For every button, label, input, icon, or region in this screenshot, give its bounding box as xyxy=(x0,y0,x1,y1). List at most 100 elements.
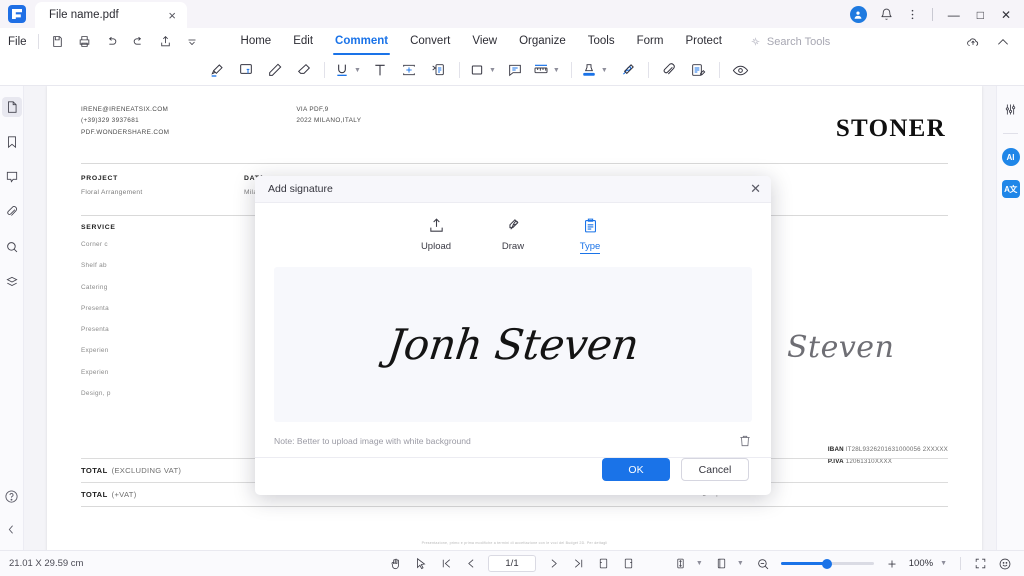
contact-website: PDF.WONDERSHARE.COM xyxy=(81,127,169,138)
pencil-icon[interactable] xyxy=(260,58,289,83)
zoom-dropdown-icon[interactable]: ▼ xyxy=(939,560,952,567)
sidebar-item-layers[interactable] xyxy=(2,272,22,292)
zoom-in-icon[interactable] xyxy=(881,554,903,573)
properties-icon[interactable] xyxy=(1001,99,1021,119)
divider xyxy=(81,163,948,164)
translate-icon[interactable]: A文 xyxy=(1002,180,1020,198)
ribbon-tab-organize[interactable]: Organize xyxy=(508,31,577,52)
collapse-sidebar-icon[interactable] xyxy=(2,519,22,539)
sidebar-item-attachment[interactable] xyxy=(2,202,22,222)
measure-dropdown-icon[interactable]: ▼ xyxy=(552,67,565,74)
ribbon-tab-home[interactable]: Home xyxy=(230,31,283,52)
highlight-icon[interactable] xyxy=(202,58,231,83)
sidebar-item-page-thumbnail[interactable] xyxy=(2,97,22,117)
quick-access-dropdown-icon[interactable] xyxy=(180,31,205,53)
more-options-icon[interactable] xyxy=(906,8,919,21)
tab-type[interactable]: Type xyxy=(568,216,612,254)
trash-icon[interactable] xyxy=(738,434,752,448)
ok-button[interactable]: OK xyxy=(602,458,670,481)
shape-icon[interactable] xyxy=(466,58,488,83)
comment-icon[interactable] xyxy=(501,58,530,83)
collapse-ribbon-icon[interactable] xyxy=(996,35,1010,49)
page-layout-icon[interactable] xyxy=(711,554,733,573)
search-tools[interactable]: Search Tools xyxy=(749,35,830,48)
first-page-icon[interactable] xyxy=(435,554,457,573)
contact-phone: (+39)329 3937681 xyxy=(81,115,169,126)
signature-mode-tabs: Upload Draw Type xyxy=(255,203,771,254)
status-bar: 21.01 X 29.59 cm 1/1 xyxy=(0,550,1024,576)
signature-canvas[interactable]: Jonh Steven xyxy=(274,267,752,422)
attachment-icon[interactable] xyxy=(655,58,684,83)
sidebar-item-comment[interactable] xyxy=(2,167,22,187)
ribbon-tab-tools[interactable]: Tools xyxy=(577,31,626,52)
eye-icon[interactable] xyxy=(726,58,755,83)
single-page-view-icon[interactable] xyxy=(592,554,614,573)
select-tool-icon[interactable] xyxy=(410,554,432,573)
tab-draw[interactable]: Draw xyxy=(491,216,535,254)
last-page-icon[interactable] xyxy=(567,554,589,573)
previous-page-icon[interactable] xyxy=(460,554,482,573)
undo-icon[interactable] xyxy=(99,31,124,53)
document-tab[interactable]: File name.pdf × xyxy=(35,2,187,28)
sidebar-item-search[interactable] xyxy=(2,237,22,257)
type-icon xyxy=(582,216,599,235)
tab-upload[interactable]: Upload xyxy=(414,216,458,254)
callout-icon[interactable] xyxy=(424,58,453,83)
eraser-icon[interactable] xyxy=(289,58,318,83)
search-tools-label: Search Tools xyxy=(767,36,830,48)
hand-tool-icon[interactable] xyxy=(385,554,407,573)
underline-icon[interactable] xyxy=(331,58,353,83)
file-menu-button[interactable]: File xyxy=(0,36,38,48)
sidebar-item-bookmark[interactable] xyxy=(2,132,22,152)
ai-icon[interactable]: AI xyxy=(1002,148,1020,166)
address-line-1: VIA PDF,9 xyxy=(296,104,361,115)
zoom-out-icon[interactable] xyxy=(752,554,774,573)
avatar[interactable] xyxy=(850,6,867,23)
stamp-icon[interactable] xyxy=(578,58,600,83)
cancel-button[interactable]: Cancel xyxy=(681,458,749,481)
zoom-slider[interactable] xyxy=(781,562,874,565)
share-icon[interactable] xyxy=(153,31,178,53)
next-page-icon[interactable] xyxy=(542,554,564,573)
dialog-header: Add signature ✕ xyxy=(255,176,771,203)
page-layout-dropdown-icon[interactable]: ▼ xyxy=(736,560,749,567)
print-icon[interactable] xyxy=(72,31,97,53)
underline-dropdown-icon[interactable]: ▼ xyxy=(353,67,366,74)
shape-dropdown-icon[interactable]: ▼ xyxy=(488,67,501,74)
document-footnote: Presentazione, primo e prima modifiche a… xyxy=(81,541,948,545)
total-label: TOTAL xyxy=(81,490,108,499)
close-window-button[interactable]: ✕ xyxy=(999,8,1013,22)
redo-icon[interactable] xyxy=(126,31,151,53)
maximize-button[interactable]: □ xyxy=(975,8,986,22)
save-icon[interactable] xyxy=(45,31,70,53)
ribbon-tab-view[interactable]: View xyxy=(461,31,508,52)
stamp-dropdown-icon[interactable]: ▼ xyxy=(600,67,613,74)
continuous-view-icon[interactable] xyxy=(617,554,639,573)
close-icon[interactable]: ✕ xyxy=(750,182,761,195)
zoom-slider-track[interactable] xyxy=(781,562,874,565)
page-fit-icon[interactable] xyxy=(670,554,692,573)
divider xyxy=(81,506,948,507)
ribbon-tab-protect[interactable]: Protect xyxy=(674,31,732,52)
page-number-input[interactable]: 1/1 xyxy=(488,555,536,572)
measure-icon[interactable] xyxy=(530,58,552,83)
left-sidebar-footer xyxy=(2,486,22,550)
cloud-upload-icon[interactable] xyxy=(966,35,980,49)
sign-icon[interactable] xyxy=(613,58,642,83)
ribbon-tab-convert[interactable]: Convert xyxy=(399,31,461,52)
feedback-icon[interactable] xyxy=(994,554,1016,573)
fullscreen-icon[interactable] xyxy=(969,554,991,573)
page-fit-dropdown-icon[interactable]: ▼ xyxy=(695,560,708,567)
minimize-button[interactable]: — xyxy=(946,8,962,22)
zoom-slider-handle[interactable] xyxy=(822,559,832,569)
notification-bell-icon[interactable] xyxy=(880,8,893,21)
help-icon[interactable] xyxy=(2,486,22,506)
ribbon-tab-edit[interactable]: Edit xyxy=(282,31,324,52)
text-box-icon[interactable] xyxy=(395,58,424,83)
note-icon[interactable] xyxy=(684,58,713,83)
tab-close-icon[interactable]: × xyxy=(165,8,179,23)
sticky-note-icon[interactable] xyxy=(231,58,260,83)
ribbon-tab-comment[interactable]: Comment xyxy=(324,31,399,52)
ribbon-tab-form[interactable]: Form xyxy=(626,31,675,52)
text-icon[interactable] xyxy=(366,58,395,83)
